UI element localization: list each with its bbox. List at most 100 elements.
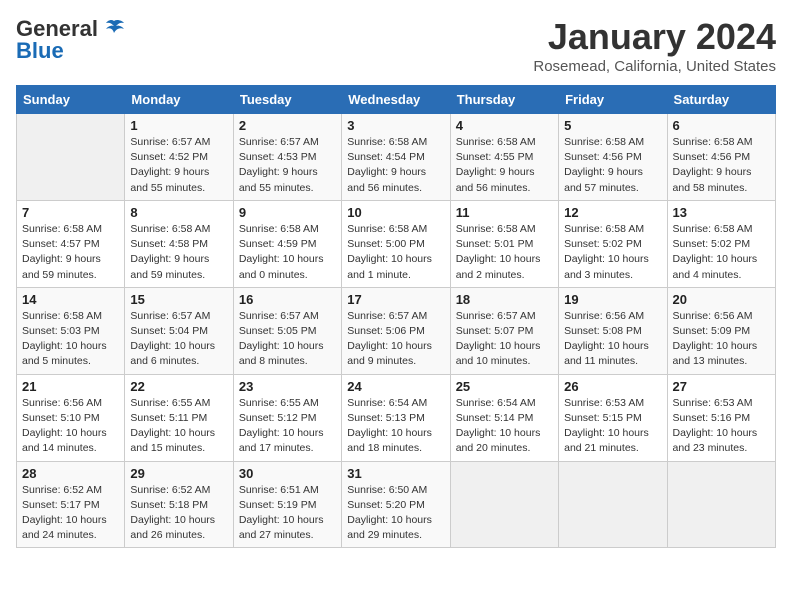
week-row-2: 7 Sunrise: 6:58 AM Sunset: 4:57 PM Daylig… <box>17 200 776 287</box>
calendar-table: SundayMondayTuesdayWednesdayThursdayFrid… <box>16 85 776 548</box>
calendar-cell: 10Sunrise: 6:58 AM Sunset: 5:00 PM Dayli… <box>342 200 450 287</box>
calendar-cell: 20 Sunrise: 6:56 AM Sunset: 5:09 PM Dayli… <box>667 287 775 374</box>
day-number: 2 <box>239 118 336 133</box>
week-row-4: 21Sunrise: 6:56 AM Sunset: 5:10 PM Dayli… <box>17 374 776 461</box>
weekday-header-friday: Friday <box>559 86 667 114</box>
calendar-cell: 8 Sunrise: 6:58 AM Sunset: 4:58 PM Daylig… <box>125 200 233 287</box>
day-number: 15 <box>130 292 227 307</box>
calendar-cell: 7 Sunrise: 6:58 AM Sunset: 4:57 PM Daylig… <box>17 200 125 287</box>
day-number: 13 <box>673 205 770 220</box>
day-number: 30 <box>239 466 336 481</box>
calendar-cell: 22 Sunrise: 6:55 AM Sunset: 5:11 PM Dayli… <box>125 374 233 461</box>
day-number: 1 <box>130 118 227 133</box>
day-number: 5 <box>564 118 661 133</box>
day-info: Sunrise: 6:55 AM Sunset: 5:11 PM Dayligh… <box>130 396 227 457</box>
day-info: Sunrise: 6:58 AM Sunset: 4:56 PM Dayligh… <box>564 135 661 196</box>
calendar-cell: 12 Sunrise: 6:58 AM Sunset: 5:02 PM Dayli… <box>559 200 667 287</box>
calendar-cell: 1 Sunrise: 6:57 AM Sunset: 4:52 PM Daylig… <box>125 114 233 201</box>
calendar-cell: 18 Sunrise: 6:57 AM Sunset: 5:07 PM Dayli… <box>450 287 558 374</box>
day-info: Sunrise: 6:57 AM Sunset: 4:52 PM Dayligh… <box>130 135 227 196</box>
weekday-header-wednesday: Wednesday <box>342 86 450 114</box>
calendar-cell: 16Sunrise: 6:57 AM Sunset: 5:05 PM Dayli… <box>233 287 341 374</box>
day-info: Sunrise: 6:53 AM Sunset: 5:15 PM Dayligh… <box>564 396 661 457</box>
calendar-cell: 11 Sunrise: 6:58 AM Sunset: 5:01 PM Dayli… <box>450 200 558 287</box>
week-row-3: 14 Sunrise: 6:58 AM Sunset: 5:03 PM Dayli… <box>17 287 776 374</box>
calendar-cell: 23 Sunrise: 6:55 AM Sunset: 5:12 PM Dayli… <box>233 374 341 461</box>
day-info: Sunrise: 6:57 AM Sunset: 5:05 PM Dayligh… <box>239 309 336 370</box>
month-title: January 2024 <box>533 16 776 58</box>
day-info: Sunrise: 6:57 AM Sunset: 5:06 PM Dayligh… <box>347 309 444 370</box>
day-info: Sunrise: 6:50 AM Sunset: 5:20 PM Dayligh… <box>347 483 444 544</box>
day-info: Sunrise: 6:58 AM Sunset: 5:02 PM Dayligh… <box>564 222 661 283</box>
day-info: Sunrise: 6:54 AM Sunset: 5:13 PM Dayligh… <box>347 396 444 457</box>
day-number: 4 <box>456 118 553 133</box>
day-number: 31 <box>347 466 444 481</box>
day-number: 25 <box>456 379 553 394</box>
weekday-header-tuesday: Tuesday <box>233 86 341 114</box>
logo: General Blue <box>16 16 126 64</box>
day-number: 29 <box>130 466 227 481</box>
day-info: Sunrise: 6:57 AM Sunset: 5:04 PM Dayligh… <box>130 309 227 370</box>
calendar-cell <box>450 461 558 548</box>
day-number: 17 <box>347 292 444 307</box>
calendar-cell: 3Sunrise: 6:58 AM Sunset: 4:54 PM Daylig… <box>342 114 450 201</box>
day-number: 23 <box>239 379 336 394</box>
calendar-cell: 15 Sunrise: 6:57 AM Sunset: 5:04 PM Dayli… <box>125 287 233 374</box>
weekday-header-thursday: Thursday <box>450 86 558 114</box>
day-info: Sunrise: 6:56 AM Sunset: 5:09 PM Dayligh… <box>673 309 770 370</box>
calendar-cell: 25 Sunrise: 6:54 AM Sunset: 5:14 PM Dayli… <box>450 374 558 461</box>
logo-bird-icon <box>102 19 126 39</box>
day-info: Sunrise: 6:58 AM Sunset: 4:55 PM Dayligh… <box>456 135 553 196</box>
day-info: Sunrise: 6:58 AM Sunset: 4:59 PM Dayligh… <box>239 222 336 283</box>
day-number: 20 <box>673 292 770 307</box>
day-info: Sunrise: 6:58 AM Sunset: 4:57 PM Dayligh… <box>22 222 119 283</box>
day-info: Sunrise: 6:58 AM Sunset: 5:02 PM Dayligh… <box>673 222 770 283</box>
logo-blue-text: Blue <box>16 38 64 64</box>
day-info: Sunrise: 6:54 AM Sunset: 5:14 PM Dayligh… <box>456 396 553 457</box>
day-number: 19 <box>564 292 661 307</box>
day-info: Sunrise: 6:58 AM Sunset: 5:01 PM Dayligh… <box>456 222 553 283</box>
calendar-cell: 14 Sunrise: 6:58 AM Sunset: 5:03 PM Dayli… <box>17 287 125 374</box>
day-info: Sunrise: 6:58 AM Sunset: 5:03 PM Dayligh… <box>22 309 119 370</box>
weekday-header-sunday: Sunday <box>17 86 125 114</box>
day-number: 3 <box>347 118 444 133</box>
weekday-header-saturday: Saturday <box>667 86 775 114</box>
day-info: Sunrise: 6:55 AM Sunset: 5:12 PM Dayligh… <box>239 396 336 457</box>
calendar-cell <box>667 461 775 548</box>
day-number: 26 <box>564 379 661 394</box>
day-number: 8 <box>130 205 227 220</box>
day-info: Sunrise: 6:58 AM Sunset: 4:56 PM Dayligh… <box>673 135 770 196</box>
day-info: Sunrise: 6:57 AM Sunset: 4:53 PM Dayligh… <box>239 135 336 196</box>
day-number: 11 <box>456 205 553 220</box>
calendar-cell: 26 Sunrise: 6:53 AM Sunset: 5:15 PM Dayli… <box>559 374 667 461</box>
week-row-5: 28 Sunrise: 6:52 AM Sunset: 5:17 PM Dayli… <box>17 461 776 548</box>
calendar-cell: 17 Sunrise: 6:57 AM Sunset: 5:06 PM Dayli… <box>342 287 450 374</box>
day-number: 22 <box>130 379 227 394</box>
page-header: General Blue January 2024 Rosemead, Cali… <box>16 16 776 75</box>
weekday-header-row: SundayMondayTuesdayWednesdayThursdayFrid… <box>17 86 776 114</box>
calendar-cell: 2 Sunrise: 6:57 AM Sunset: 4:53 PM Daylig… <box>233 114 341 201</box>
day-info: Sunrise: 6:58 AM Sunset: 4:58 PM Dayligh… <box>130 222 227 283</box>
day-number: 9 <box>239 205 336 220</box>
weekday-header-monday: Monday <box>125 86 233 114</box>
day-number: 18 <box>456 292 553 307</box>
calendar-cell: 13 Sunrise: 6:58 AM Sunset: 5:02 PM Dayli… <box>667 200 775 287</box>
day-info: Sunrise: 6:53 AM Sunset: 5:16 PM Dayligh… <box>673 396 770 457</box>
calendar-cell: 27Sunrise: 6:53 AM Sunset: 5:16 PM Dayli… <box>667 374 775 461</box>
day-info: Sunrise: 6:57 AM Sunset: 5:07 PM Dayligh… <box>456 309 553 370</box>
calendar-cell: 29 Sunrise: 6:52 AM Sunset: 5:18 PM Dayli… <box>125 461 233 548</box>
day-number: 14 <box>22 292 119 307</box>
calendar-cell: 24Sunrise: 6:54 AM Sunset: 5:13 PM Dayli… <box>342 374 450 461</box>
title-block: January 2024 Rosemead, California, Unite… <box>533 16 776 75</box>
calendar-cell: 9 Sunrise: 6:58 AM Sunset: 4:59 PM Daylig… <box>233 200 341 287</box>
day-info: Sunrise: 6:52 AM Sunset: 5:17 PM Dayligh… <box>22 483 119 544</box>
week-row-1: 1 Sunrise: 6:57 AM Sunset: 4:52 PM Daylig… <box>17 114 776 201</box>
day-number: 6 <box>673 118 770 133</box>
day-number: 12 <box>564 205 661 220</box>
day-number: 28 <box>22 466 119 481</box>
day-info: Sunrise: 6:52 AM Sunset: 5:18 PM Dayligh… <box>130 483 227 544</box>
location-text: Rosemead, California, United States <box>533 58 776 75</box>
day-number: 7 <box>22 205 119 220</box>
day-info: Sunrise: 6:56 AM Sunset: 5:10 PM Dayligh… <box>22 396 119 457</box>
day-info: Sunrise: 6:56 AM Sunset: 5:08 PM Dayligh… <box>564 309 661 370</box>
